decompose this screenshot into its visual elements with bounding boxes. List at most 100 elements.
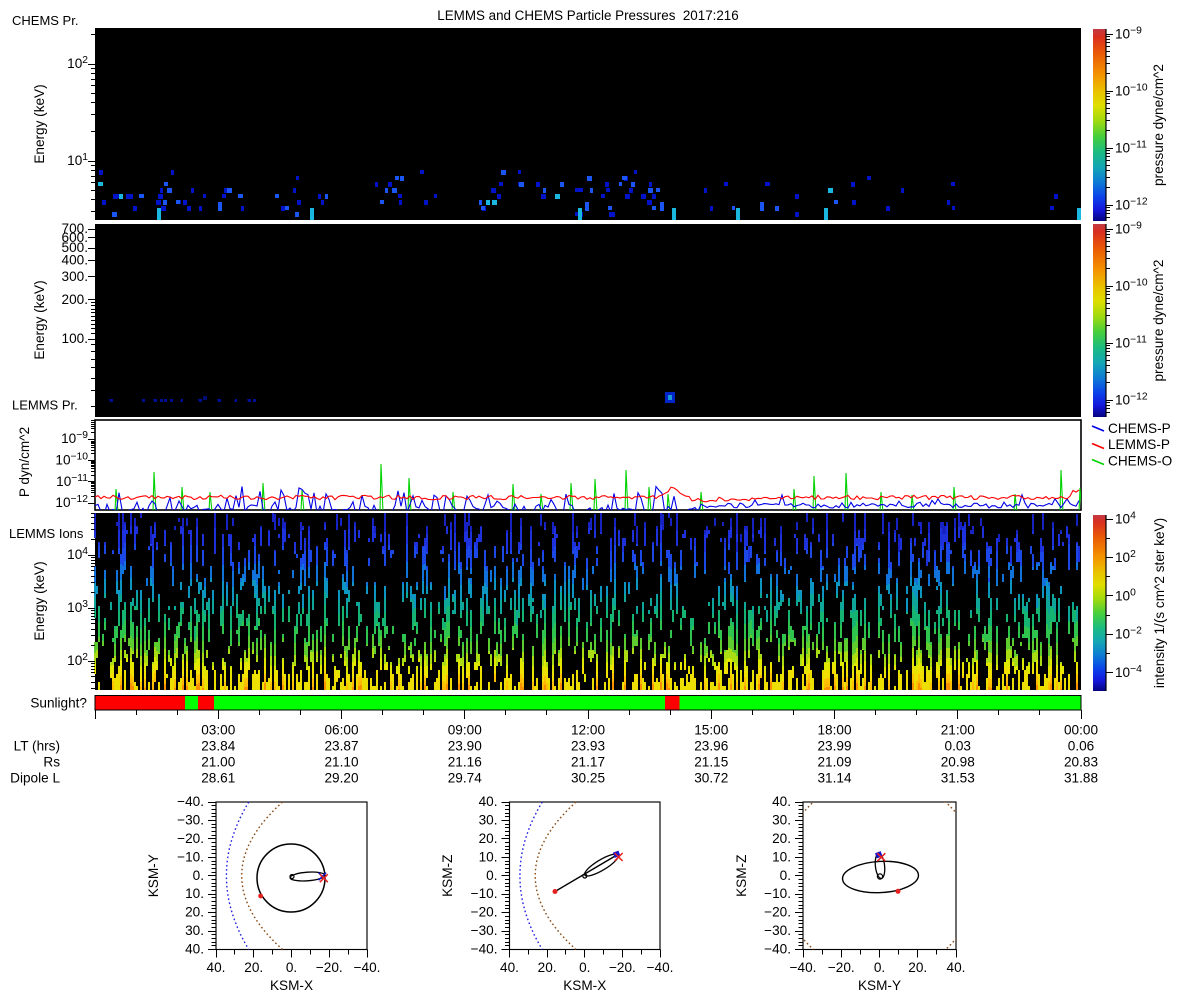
- svg-text:21.17: 21.17: [571, 755, 605, 770]
- svg-text:Energy (keV): Energy (keV): [32, 280, 47, 359]
- svg-text:18:00: 18:00: [817, 723, 851, 738]
- svg-text:LEMMS Pr.: LEMMS Pr.: [12, 398, 78, 413]
- svg-text:40.: 40.: [207, 960, 226, 975]
- svg-text:30.: 30.: [772, 812, 791, 827]
- svg-text:−40.: −40.: [354, 960, 381, 975]
- svg-text:KSM-Y: KSM-Y: [858, 978, 901, 993]
- svg-text:31.14: 31.14: [817, 771, 851, 786]
- svg-text:−40.: −40.: [790, 960, 817, 975]
- svg-text:CHEMS Pr.: CHEMS Pr.: [12, 13, 78, 28]
- svg-text:31.88: 31.88: [1064, 771, 1098, 786]
- svg-text:P dyn/cm^2: P dyn/cm^2: [17, 427, 32, 497]
- svg-text:21.15: 21.15: [694, 755, 728, 770]
- svg-text:40.: 40.: [500, 960, 519, 975]
- svg-text:28.61: 28.61: [201, 771, 235, 786]
- svg-text:10.: 10.: [479, 849, 498, 864]
- svg-text:0.: 0.: [286, 960, 297, 975]
- svg-text:200.: 200.: [62, 292, 88, 307]
- svg-text:21.09: 21.09: [817, 755, 851, 770]
- svg-text:−20.: −20.: [609, 960, 636, 975]
- svg-text:−20.: −20.: [764, 905, 791, 920]
- svg-text:21.16: 21.16: [448, 755, 482, 770]
- svg-text:0.: 0.: [780, 868, 791, 883]
- svg-text:KSM-Z: KSM-Z: [734, 855, 749, 897]
- svg-text:pressure dyne/cm^2: pressure dyne/cm^2: [1151, 260, 1166, 382]
- svg-text:LEMMS and CHEMS Particle Press: LEMMS and CHEMS Particle Pressures 2017:…: [437, 8, 738, 23]
- svg-text:20.83: 20.83: [1064, 755, 1098, 770]
- svg-text:0.06: 0.06: [1068, 739, 1094, 754]
- svg-text:intensity 1/(s cm^2 ster keV): intensity 1/(s cm^2 ster keV): [1152, 518, 1167, 688]
- svg-text:−20.: −20.: [177, 831, 204, 846]
- svg-text:23.84: 23.84: [201, 739, 235, 754]
- svg-text:21:00: 21:00: [941, 723, 975, 738]
- svg-text:40.: 40.: [185, 942, 204, 957]
- svg-text:10.: 10.: [772, 849, 791, 864]
- svg-text:−10.: −10.: [177, 849, 204, 864]
- svg-text:23.96: 23.96: [694, 739, 728, 754]
- svg-text:40.: 40.: [479, 794, 498, 809]
- svg-text:0.: 0.: [486, 868, 497, 883]
- svg-text:29.20: 29.20: [324, 771, 358, 786]
- svg-text:Rs: Rs: [43, 755, 60, 770]
- svg-text:−30.: −30.: [177, 812, 204, 827]
- svg-text:30.25: 30.25: [571, 771, 605, 786]
- svg-text:LEMMS-P: LEMMS-P: [1108, 437, 1170, 452]
- svg-text:pressure dyne/cm^2: pressure dyne/cm^2: [1151, 64, 1166, 186]
- svg-text:23.99: 23.99: [817, 739, 851, 754]
- svg-text:LEMMS Ions: LEMMS Ions: [9, 526, 84, 541]
- svg-text:KSM-Y: KSM-Y: [146, 854, 161, 897]
- svg-text:12:00: 12:00: [571, 723, 605, 738]
- svg-text:Energy (keV): Energy (keV): [32, 84, 47, 163]
- svg-text:−10.: −10.: [471, 886, 498, 901]
- svg-text:20.: 20.: [908, 960, 927, 975]
- svg-text:0.: 0.: [874, 960, 885, 975]
- svg-text:−30.: −30.: [471, 923, 498, 938]
- svg-text:KSM-Z: KSM-Z: [440, 855, 455, 897]
- svg-text:30.72: 30.72: [694, 771, 728, 786]
- svg-text:CHEMS-P: CHEMS-P: [1108, 421, 1171, 436]
- svg-text:0.03: 0.03: [945, 739, 971, 754]
- svg-text:Energy (keV): Energy (keV): [32, 561, 47, 640]
- svg-text:100.: 100.: [62, 331, 88, 346]
- svg-text:−20.: −20.: [828, 960, 855, 975]
- svg-text:10.: 10.: [185, 886, 204, 901]
- svg-text:−20.: −20.: [316, 960, 343, 975]
- svg-text:09:00: 09:00: [448, 723, 482, 738]
- svg-text:20.: 20.: [772, 831, 791, 846]
- svg-text:0.: 0.: [193, 868, 204, 883]
- svg-text:40.: 40.: [772, 794, 791, 809]
- svg-text:20.: 20.: [538, 960, 557, 975]
- svg-text:30.: 30.: [185, 923, 204, 938]
- svg-text:23.87: 23.87: [324, 739, 358, 754]
- svg-text:700.: 700.: [62, 221, 88, 236]
- svg-text:20.: 20.: [185, 905, 204, 920]
- svg-text:−40.: −40.: [764, 942, 791, 957]
- svg-text:21.00: 21.00: [201, 755, 235, 770]
- svg-text:03:00: 03:00: [201, 723, 235, 738]
- svg-text:15:00: 15:00: [694, 723, 728, 738]
- svg-text:CHEMS-O: CHEMS-O: [1108, 454, 1172, 469]
- svg-text:−40.: −40.: [177, 794, 204, 809]
- svg-text:LT (hrs): LT (hrs): [14, 739, 60, 754]
- svg-text:−40.: −40.: [471, 942, 498, 957]
- svg-text:300.: 300.: [62, 269, 88, 284]
- svg-text:KSM-X: KSM-X: [563, 978, 606, 993]
- svg-text:−40.: −40.: [647, 960, 674, 975]
- svg-text:23.90: 23.90: [448, 739, 482, 754]
- svg-text:−30.: −30.: [764, 923, 791, 938]
- svg-text:00:00: 00:00: [1064, 723, 1098, 738]
- svg-text:20.: 20.: [244, 960, 263, 975]
- svg-text:29.74: 29.74: [448, 771, 482, 786]
- svg-text:Sunlight?: Sunlight?: [30, 696, 87, 711]
- svg-text:23.93: 23.93: [571, 739, 605, 754]
- svg-text:−10.: −10.: [764, 886, 791, 901]
- svg-text:06:00: 06:00: [324, 723, 358, 738]
- svg-text:20.98: 20.98: [941, 755, 975, 770]
- svg-text:21.10: 21.10: [324, 755, 358, 770]
- svg-text:KSM-X: KSM-X: [270, 978, 313, 993]
- svg-text:30.: 30.: [479, 812, 498, 827]
- svg-text:0.: 0.: [579, 960, 590, 975]
- svg-text:20.: 20.: [479, 831, 498, 846]
- svg-text:Dipole L: Dipole L: [10, 771, 60, 786]
- svg-text:−20.: −20.: [471, 905, 498, 920]
